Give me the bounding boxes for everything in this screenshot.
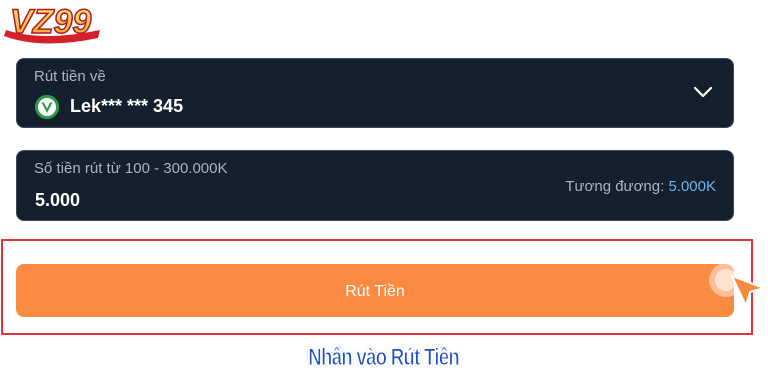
equivalent-label: Tương đương: <box>565 178 669 195</box>
amount-label: Số tiền rút từ 100 - 300.000K <box>34 160 228 177</box>
equivalent-amount: Tương đương: 5.000K <box>565 178 716 195</box>
bank-logo-icon <box>35 95 59 119</box>
account-number: Lek*** *** 345 <box>70 96 184 116</box>
withdraw-button[interactable]: Rút Tiền <box>16 264 734 317</box>
instruction-caption: Nhấn vào Rút Tiền <box>308 344 460 372</box>
withdraw-destination-label: Rút tiền về <box>34 68 106 85</box>
logo-text: VZ99 <box>10 3 91 41</box>
chevron-down-icon[interactable] <box>693 85 713 99</box>
withdraw-destination-select[interactable]: Rút tiền về Lek*** *** 345 <box>16 58 734 128</box>
amount-input[interactable] <box>35 190 235 211</box>
amount-field: Số tiền rút từ 100 - 300.000K Tương đươn… <box>16 150 734 221</box>
equivalent-value: 5.000K <box>668 178 716 195</box>
withdraw-button-label: Rút Tiền <box>345 282 405 300</box>
brand-logo: VZ99 <box>2 0 142 50</box>
